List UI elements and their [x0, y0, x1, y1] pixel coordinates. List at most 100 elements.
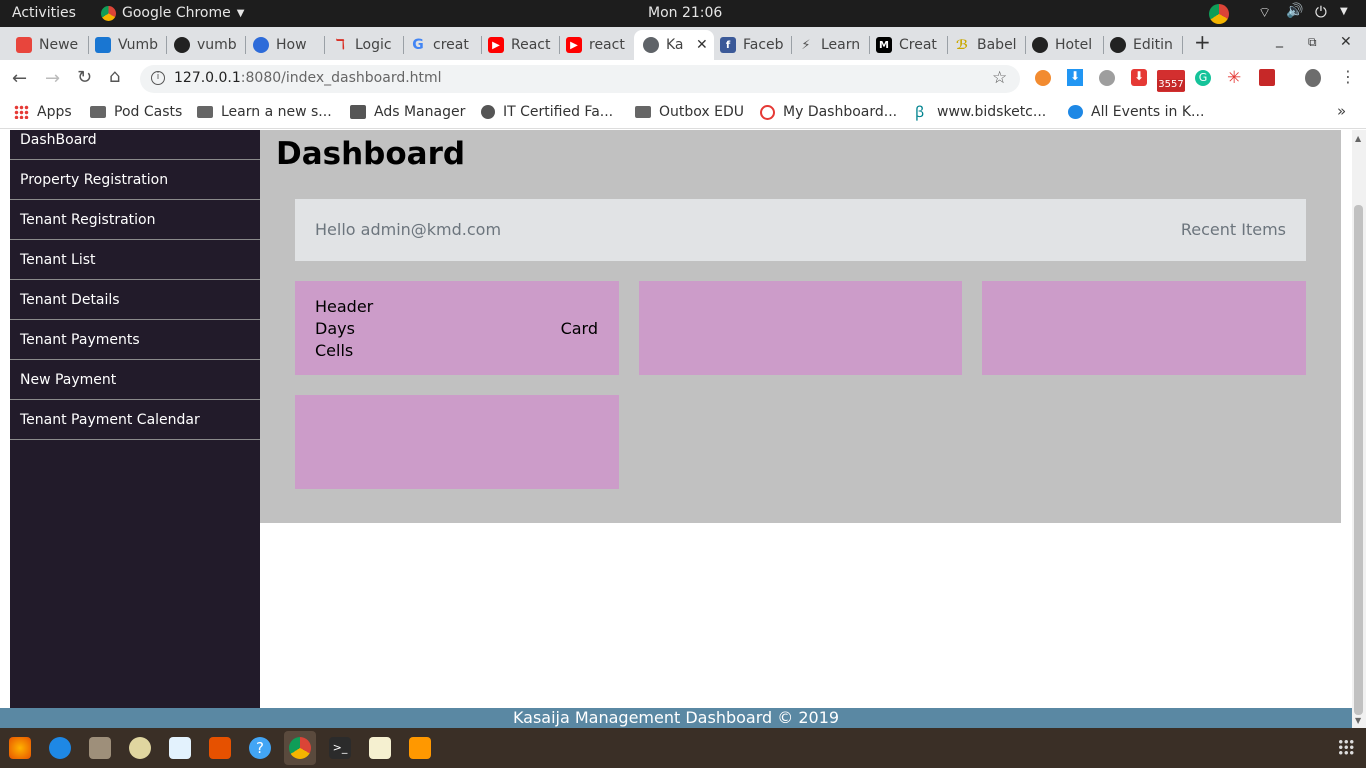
events-icon	[1068, 105, 1083, 119]
dashboard-card[interactable]: Header Days Cells Card	[295, 281, 619, 375]
tab[interactable]: Gcreat	[410, 30, 478, 60]
taskbar	[0, 728, 1366, 768]
sidebar-item-tenant-list[interactable]: Tenant List	[10, 240, 260, 280]
chrome-dock-icon[interactable]	[289, 737, 311, 759]
tab-title: Hotel	[1055, 37, 1093, 53]
scrollbar[interactable]: ▲ ▼	[1352, 130, 1366, 728]
tab[interactable]: ⚡ Learn	[798, 30, 866, 60]
bookmark-folder[interactable]: Learn a new s...	[197, 104, 332, 120]
tab[interactable]: ▶ React	[488, 30, 556, 60]
firefox-icon[interactable]	[9, 737, 31, 759]
dashboard-card[interactable]	[295, 395, 619, 489]
terminal-icon[interactable]: >_	[329, 737, 351, 759]
close-tab-icon[interactable]: ✕	[696, 37, 708, 53]
tab[interactable]: Vumb	[95, 30, 163, 60]
minimize-icon[interactable]: _	[1276, 32, 1283, 48]
tab[interactable]: Newe	[16, 30, 84, 60]
address-bar[interactable]: i 127.0.0.1:8080/index_dashboard.html ☆	[140, 65, 1020, 93]
bookmark-star-icon[interactable]: ☆	[992, 68, 1007, 88]
extension-icon[interactable]	[1035, 70, 1051, 86]
home-icon[interactable]: ⌂	[109, 66, 120, 87]
github-icon	[1110, 37, 1126, 53]
forward-icon[interactable]: →	[45, 68, 60, 89]
software-center-icon[interactable]	[209, 737, 231, 759]
profile-avatar[interactable]	[1305, 69, 1321, 87]
tab[interactable]: vumb	[174, 30, 242, 60]
dashboard-card[interactable]	[639, 281, 962, 375]
scroll-up-icon[interactable]: ▲	[1355, 134, 1361, 143]
text-editor-icon[interactable]	[369, 737, 391, 759]
sidebar-item-tenant-payment-calendar[interactable]: Tenant Payment Calendar	[10, 400, 260, 440]
app-menu[interactable]: Google Chrome ▼	[101, 5, 244, 21]
bookmark-link[interactable]: IT Certified Fa...	[481, 104, 613, 120]
power-icon[interactable]: ⏻	[1315, 3, 1327, 21]
url-text[interactable]: 127.0.0.1:8080/index_dashboard.html	[174, 70, 442, 86]
close-window-icon[interactable]: ✕	[1340, 34, 1352, 50]
sidebar-item-dashboard[interactable]: DashBoard	[10, 120, 260, 160]
tab[interactable]: How	[253, 30, 321, 60]
thunderbird-icon[interactable]	[49, 737, 71, 759]
volume-icon[interactable]: 🔊	[1286, 3, 1303, 19]
writer-icon[interactable]	[169, 737, 191, 759]
clock[interactable]: Mon 21:06	[648, 5, 722, 21]
extension-icon[interactable]	[1259, 69, 1275, 86]
tab[interactable]: ℸ Logic	[332, 30, 400, 60]
bookmark-link[interactable]: Ads Manager	[350, 104, 465, 120]
system-menu-chevron-icon[interactable]: ▼	[1340, 6, 1348, 17]
rhythmbox-icon[interactable]	[129, 737, 151, 759]
tab-title: react	[589, 37, 625, 53]
bookmark-link[interactable]: ꞵ www.bidsketc...	[915, 104, 1046, 120]
activities-button[interactable]: Activities	[12, 5, 76, 21]
tab[interactable]: M Creat	[876, 30, 944, 60]
menu-kebab-icon[interactable]: ⋮	[1340, 67, 1356, 86]
recent-items-link[interactable]: Recent Items	[1181, 220, 1286, 239]
sidebar-item-tenant-details[interactable]: Tenant Details	[10, 280, 260, 320]
tab[interactable]: ℬ Babel	[954, 30, 1022, 60]
new-tab-icon[interactable]: +	[1194, 30, 1211, 54]
save-extension-icon[interactable]: ⬇	[1131, 69, 1147, 86]
bookmark-apps[interactable]: Apps	[14, 104, 72, 120]
sublime-text-icon[interactable]	[409, 737, 431, 759]
back-icon[interactable]: ←	[12, 68, 27, 89]
globe-icon	[643, 37, 659, 53]
tab-strip: Newe Vumb vumb How ℸ Logic Gcreat ▶ React …	[0, 27, 1366, 60]
chrome-tray-icon[interactable]	[1209, 4, 1229, 24]
tab[interactable]: Editin	[1110, 30, 1180, 60]
help-icon[interactable]: ?	[249, 737, 271, 759]
globe-extension-icon[interactable]	[1099, 70, 1115, 86]
bookmark-label: www.bidsketc...	[937, 104, 1047, 120]
tab[interactable]: ▶ react	[566, 30, 634, 60]
bookmark-link[interactable]: My Dashboard...	[760, 104, 897, 120]
download-extension-icon[interactable]: ⬇	[1067, 69, 1083, 86]
show-apps-icon[interactable]	[1338, 739, 1354, 755]
mail-extension-icon[interactable]: 3557	[1157, 70, 1185, 92]
reload-icon[interactable]: ↻	[77, 67, 92, 88]
bookmark-folder[interactable]: Pod Casts	[90, 104, 182, 120]
tab[interactable]: f Faceb	[720, 30, 788, 60]
sidebar-item-tenant-registration[interactable]: Tenant Registration	[10, 200, 260, 240]
bookmark-link[interactable]: All Events in K...	[1068, 104, 1204, 120]
google-icon: G	[412, 37, 424, 53]
tab-title: How	[276, 37, 307, 53]
url-path: :8080/index_dashboard.html	[240, 70, 442, 86]
bookmark-label: Learn a new s...	[221, 104, 332, 120]
bookmarks-overflow-icon[interactable]: »	[1337, 102, 1346, 120]
scrollbar-thumb[interactable]	[1354, 205, 1363, 715]
bookmark-folder[interactable]: Outbox EDU	[635, 104, 744, 120]
restore-icon[interactable]: ⧉	[1308, 35, 1317, 50]
tab-title: Logic	[355, 37, 392, 53]
grammarly-icon[interactable]: G	[1195, 70, 1211, 86]
files-icon[interactable]	[89, 737, 111, 759]
scroll-down-icon[interactable]: ▼	[1355, 716, 1361, 725]
tab-active[interactable]: Ka ✕	[634, 30, 714, 60]
tab[interactable]: Hotel	[1032, 30, 1100, 60]
tab-title: Vumb	[118, 37, 158, 53]
mail-badge-count: 3557	[1157, 79, 1185, 91]
sidebar-item-new-payment[interactable]: New Payment	[10, 360, 260, 400]
wifi-icon[interactable]: ⌔	[1258, 4, 1271, 22]
extension-star-icon[interactable]: ✳	[1227, 68, 1241, 88]
sidebar-item-tenant-payments[interactable]: Tenant Payments	[10, 320, 260, 360]
info-icon[interactable]: i	[151, 71, 165, 85]
dashboard-card[interactable]	[982, 281, 1306, 375]
sidebar-item-property-registration[interactable]: Property Registration	[10, 160, 260, 200]
